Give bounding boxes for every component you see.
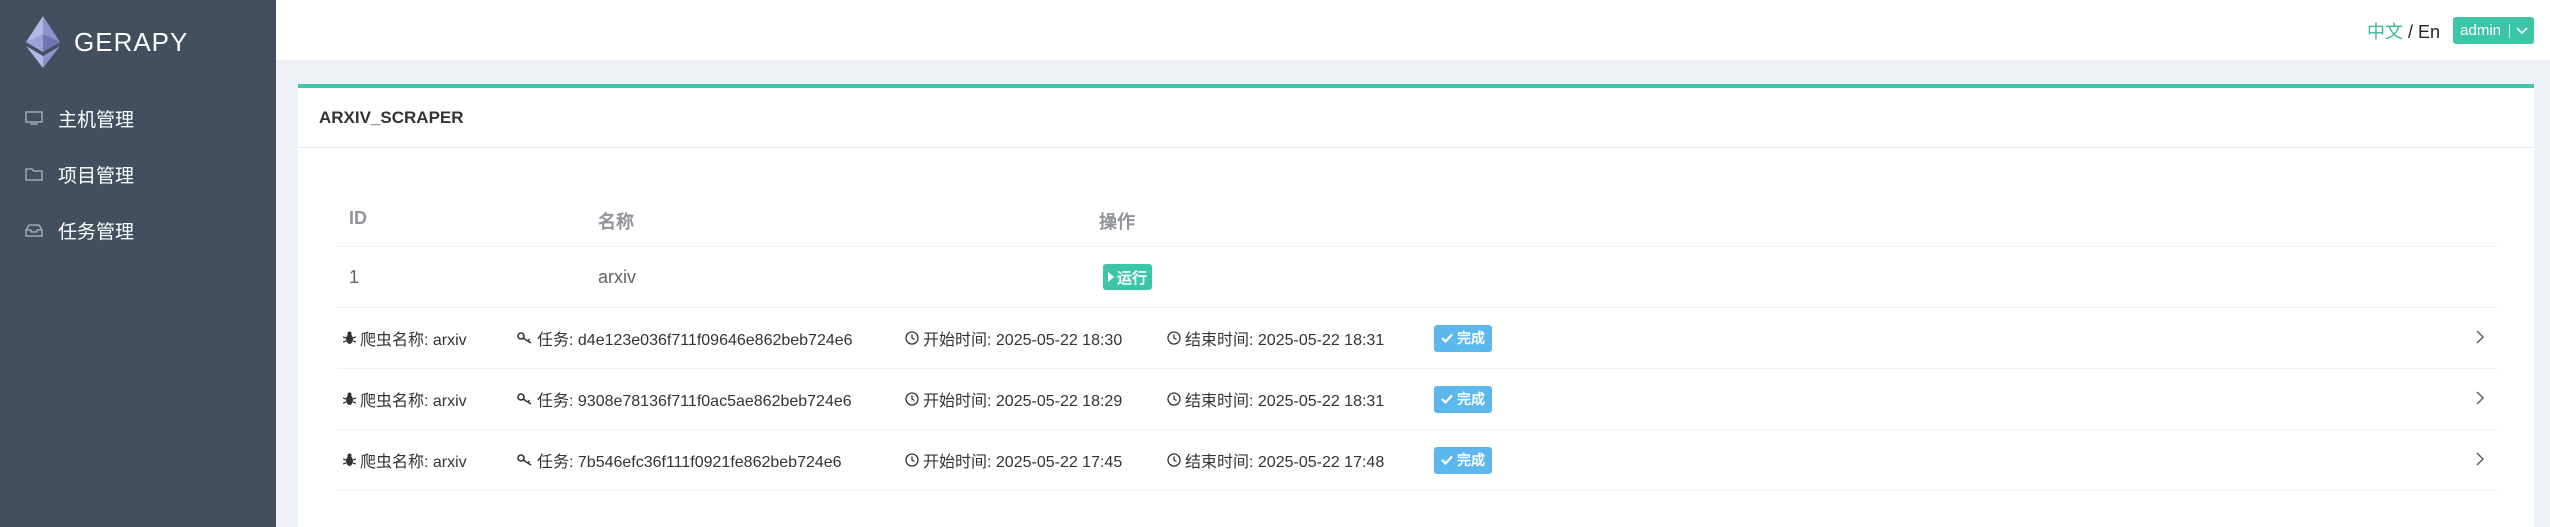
task-id: 任务: 7b546efc36f111f0921fe862beb724e6	[517, 430, 842, 490]
clock-icon	[1167, 392, 1181, 406]
spider-table: ID 名称 操作 1 arxiv 运行 爬虫名称: arxiv 任务: d4e1…	[337, 188, 2497, 491]
inbox-icon	[24, 221, 44, 239]
spider-name: 爬虫名称: arxiv	[343, 369, 467, 429]
start-time-text: 开始时间: 2025-05-22 18:29	[923, 393, 1123, 410]
lang-en-link[interactable]: En	[2418, 22, 2440, 42]
end-time-text: 结束时间: 2025-05-22 17:48	[1185, 454, 1385, 471]
status-badge: 完成	[1434, 385, 1492, 413]
status-cell: 完成	[1434, 308, 1492, 368]
sidebar-item-hosts[interactable]: 主机管理	[0, 90, 276, 146]
key-icon	[517, 454, 533, 466]
bug-icon	[343, 453, 356, 467]
user-name: admin	[2460, 22, 2501, 39]
column-header-id: ID	[349, 208, 367, 228]
clock-icon	[905, 392, 919, 406]
job-row[interactable]: 爬虫名称: arxiv 任务: 9308e78136f711f0ac5ae862…	[337, 369, 2497, 430]
column-header-name: 名称	[598, 212, 634, 232]
chevron-right-icon[interactable]	[2475, 390, 2485, 411]
end-time-text: 结束时间: 2025-05-22 18:31	[1185, 332, 1385, 349]
run-button-label: 运行	[1117, 269, 1148, 287]
end-time: 结束时间: 2025-05-22 17:48	[1167, 430, 1384, 490]
job-row[interactable]: 爬虫名称: arxiv 任务: 7b546efc36f111f0921fe862…	[337, 430, 2497, 491]
check-icon	[1441, 394, 1453, 404]
column-header-action: 操作	[1099, 212, 1135, 232]
brand-name: GERAPY	[74, 26, 189, 57]
end-time-text: 结束时间: 2025-05-22 18:31	[1185, 393, 1385, 410]
task-id: 任务: 9308e78136f711f0ac5ae862beb724e6	[517, 369, 852, 429]
key-icon	[517, 393, 533, 405]
check-icon	[1441, 333, 1453, 343]
user-menu-button[interactable]: admin	[2453, 17, 2534, 44]
run-button[interactable]: 运行	[1103, 264, 1153, 290]
status-text: 完成	[1457, 330, 1485, 346]
chevron-down-icon	[2516, 22, 2528, 39]
spider-name-text: 爬虫名称: arxiv	[360, 393, 467, 410]
sidebar: GERAPY 主机管理 项目管理 任务管理	[0, 0, 276, 527]
sidebar-item-projects[interactable]: 项目管理	[0, 146, 276, 202]
status-cell: 完成	[1434, 369, 1492, 429]
bug-icon	[343, 331, 356, 345]
job-list: 爬虫名称: arxiv 任务: d4e123e036f711f09646e862…	[337, 308, 2497, 491]
spider-name-text: 爬虫名称: arxiv	[360, 454, 467, 471]
status-badge: 完成	[1434, 446, 1492, 474]
status-text: 完成	[1457, 391, 1485, 407]
sidebar-nav: 主机管理 项目管理 任务管理	[0, 90, 276, 258]
end-time: 结束时间: 2025-05-22 18:31	[1167, 369, 1384, 429]
bug-icon	[343, 392, 356, 406]
start-time: 开始时间: 2025-05-22 18:30	[905, 308, 1122, 368]
ethereum-diamond-icon	[26, 16, 60, 68]
task-id-text: 任务: d4e123e036f711f09646e862beb724e6	[537, 332, 853, 349]
task-id-text: 任务: 9308e78136f711f0ac5ae862beb724e6	[537, 393, 852, 410]
play-icon	[1108, 272, 1114, 282]
lang-separator: /	[2402, 22, 2418, 42]
spider-name-text: 爬虫名称: arxiv	[360, 332, 467, 349]
sidebar-item-tasks[interactable]: 任务管理	[0, 202, 276, 258]
end-time: 结束时间: 2025-05-22 18:31	[1167, 308, 1384, 368]
sidebar-item-label: 任务管理	[58, 221, 135, 243]
row-id: 1	[349, 267, 360, 287]
language-switch: 中文 / En	[2367, 18, 2440, 44]
start-time: 开始时间: 2025-05-22 17:45	[905, 430, 1122, 490]
start-time-text: 开始时间: 2025-05-22 17:45	[923, 454, 1123, 471]
job-row[interactable]: 爬虫名称: arxiv 任务: d4e123e036f711f09646e862…	[337, 308, 2497, 369]
chevron-right-icon[interactable]	[2475, 329, 2485, 350]
start-time: 开始时间: 2025-05-22 18:29	[905, 369, 1122, 429]
start-time-text: 开始时间: 2025-05-22 18:30	[923, 332, 1123, 349]
spider-name: 爬虫名称: arxiv	[343, 308, 467, 368]
brand[interactable]: GERAPY	[26, 14, 188, 70]
task-id: 任务: d4e123e036f711f09646e862beb724e6	[517, 308, 853, 368]
monitor-icon	[24, 109, 44, 127]
sidebar-item-label: 项目管理	[58, 165, 135, 187]
clock-icon	[1167, 453, 1181, 467]
divider	[2509, 23, 2510, 38]
key-icon	[517, 332, 533, 344]
row-name: arxiv	[598, 267, 637, 287]
clock-icon	[905, 331, 919, 345]
check-icon	[1441, 455, 1453, 465]
clock-icon	[905, 453, 919, 467]
folder-icon	[24, 165, 44, 183]
clock-icon	[1167, 331, 1181, 345]
lang-zh-link[interactable]: 中文	[2367, 22, 2403, 42]
project-card: ARXIV_SCRAPER ID 名称 操作 1 arxiv 运行 爬虫名称: …	[298, 84, 2534, 527]
task-id-text: 任务: 7b546efc36f111f0921fe862beb724e6	[537, 454, 842, 471]
card-title: ARXIV_SCRAPER	[298, 88, 2534, 148]
chevron-right-icon[interactable]	[2475, 451, 2485, 472]
status-cell: 完成	[1434, 430, 1492, 490]
status-badge: 完成	[1434, 324, 1492, 352]
sidebar-item-label: 主机管理	[58, 109, 135, 131]
table-header: ID 名称 操作	[337, 188, 2497, 247]
top-header: 中文 / En admin	[276, 0, 2550, 60]
table-row: 1 arxiv 运行	[337, 247, 2497, 308]
spider-name: 爬虫名称: arxiv	[343, 430, 467, 490]
status-text: 完成	[1457, 452, 1485, 468]
